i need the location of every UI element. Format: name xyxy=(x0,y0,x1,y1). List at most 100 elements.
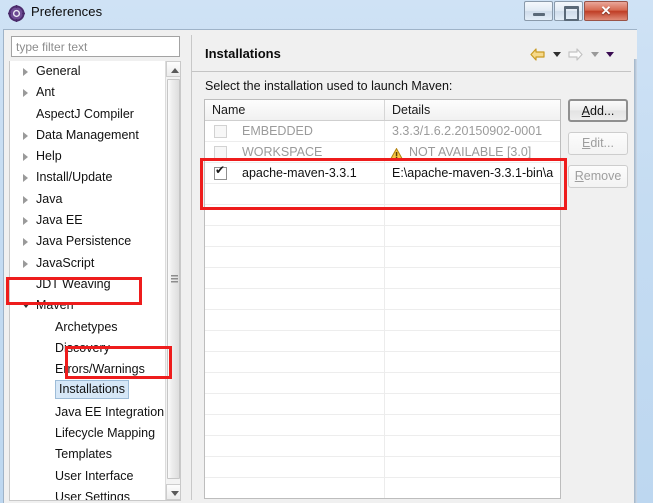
table-row[interactable]: apache-maven-3.3.1 E:\apache-maven-3.3.1-… xyxy=(205,163,560,184)
row-checkbox[interactable] xyxy=(214,125,227,138)
tree-item-jdt-weaving[interactable]: JDT Weaving xyxy=(10,274,180,295)
tree-collapsed-arrow-icon[interactable] xyxy=(22,82,32,103)
back-arrow-icon[interactable] xyxy=(528,45,547,63)
table-row-empty[interactable] xyxy=(205,310,560,331)
tree-item-aspectj-compiler[interactable]: AspectJ Compiler xyxy=(10,104,180,125)
cell-details: E:\apache-maven-3.3.1-bin\a xyxy=(385,163,560,184)
scroll-down-icon[interactable] xyxy=(166,484,180,500)
tree-item-java-persistence[interactable]: Java Persistence xyxy=(10,231,180,252)
remove-button: Remove xyxy=(568,165,628,188)
table-row[interactable]: EMBEDDED 3.3.3/1.6.2.20150902-0001 xyxy=(205,121,560,142)
back-history-chevron-down-icon[interactable] xyxy=(551,45,562,63)
tree-expanded-arrow-icon[interactable] xyxy=(22,295,32,316)
table-row-empty[interactable] xyxy=(205,226,560,247)
cell-name xyxy=(205,373,385,394)
table-row-empty[interactable] xyxy=(205,331,560,352)
scroll-up-icon[interactable] xyxy=(166,61,180,77)
table-row-empty[interactable] xyxy=(205,268,560,289)
tree-item-javascript[interactable]: JavaScript xyxy=(10,253,180,274)
tree-item-maven[interactable]: Maven xyxy=(10,295,180,316)
tree-item-user-interface[interactable]: User Interface xyxy=(10,466,180,487)
tree-item-java-ee[interactable]: Java EE xyxy=(10,210,180,231)
tree-item-ant[interactable]: Ant xyxy=(10,82,180,103)
column-header-details[interactable]: Details xyxy=(385,100,560,120)
cell-name xyxy=(205,247,385,268)
tree-items: General Ant AspectJ Compiler Data Managemen… xyxy=(10,61,180,500)
tree-item-label: Data Management xyxy=(36,127,139,142)
table-row-empty[interactable] xyxy=(205,205,560,226)
row-checkbox[interactable] xyxy=(214,146,227,159)
preferences-tree[interactable]: General Ant AspectJ Compiler Data Managemen… xyxy=(9,61,181,501)
tree-item-install-update[interactable]: Install/Update xyxy=(10,167,180,188)
table-row-empty[interactable] xyxy=(205,394,560,415)
column-header-name[interactable]: Name xyxy=(205,100,385,120)
installation-details: E:\apache-maven-3.3.1-bin\a xyxy=(392,166,554,180)
cell-name xyxy=(205,478,385,498)
cell-name: apache-maven-3.3.1 xyxy=(205,163,385,184)
cell-details xyxy=(385,331,560,352)
cell-name xyxy=(205,436,385,457)
minimize-button[interactable] xyxy=(524,1,553,21)
tree-item-label: General xyxy=(36,64,81,78)
maximize-button[interactable] xyxy=(554,1,583,21)
tree-collapsed-arrow-icon[interactable] xyxy=(22,189,32,210)
tree-item-user-settings[interactable]: User Settings xyxy=(10,487,180,500)
tree-item-discovery[interactable]: Discovery xyxy=(10,338,180,359)
tree-item-general[interactable]: General xyxy=(10,61,180,82)
tree-item-label: User Interface xyxy=(55,468,134,483)
window-titlebar: Preferences ✕ xyxy=(0,0,653,28)
cell-details xyxy=(385,184,560,205)
window-right-edge xyxy=(634,59,637,503)
table-row-empty[interactable] xyxy=(205,289,560,310)
tree-item-java-ee-integration[interactable]: Java EE Integration xyxy=(10,402,180,423)
add-button[interactable]: Add... xyxy=(568,99,628,122)
table-row-empty[interactable] xyxy=(205,373,560,394)
tree-collapsed-arrow-icon[interactable] xyxy=(22,231,32,252)
filter-input[interactable] xyxy=(11,36,180,57)
table-row-empty[interactable] xyxy=(205,457,560,478)
table-header-row: Name Details xyxy=(205,100,560,121)
tree-item-help[interactable]: Help xyxy=(10,146,180,167)
cell-details xyxy=(385,289,560,310)
tree-item-installations[interactable]: Installations xyxy=(10,380,180,401)
table-row-empty[interactable] xyxy=(205,436,560,457)
tree-item-templates[interactable]: Templates xyxy=(10,444,180,465)
tree-collapsed-arrow-icon[interactable] xyxy=(22,167,32,188)
table-row-empty[interactable] xyxy=(205,184,560,205)
row-checkbox[interactable] xyxy=(214,164,227,180)
table-row-empty[interactable] xyxy=(205,352,560,373)
tree-collapsed-arrow-icon[interactable] xyxy=(22,146,32,167)
edit-button: Edit... xyxy=(568,132,628,155)
table-row-empty[interactable] xyxy=(205,247,560,268)
tree-scrollbar[interactable] xyxy=(165,61,180,500)
cell-details: NOT AVAILABLE [3.0] xyxy=(385,142,560,163)
tree-item-lifecycle-mapping[interactable]: Lifecycle Mapping xyxy=(10,423,180,444)
tree-item-label: Templates xyxy=(55,447,112,462)
installations-table[interactable]: Name Details EMBEDDED 3.3.3/1.6.2.2015090… xyxy=(204,99,561,499)
scrollbar-thumb[interactable] xyxy=(167,79,180,479)
tree-collapsed-arrow-icon[interactable] xyxy=(22,210,32,231)
table-row-empty[interactable] xyxy=(205,415,560,436)
cell-details: 3.3.3/1.6.2.20150902-0001 xyxy=(385,121,560,142)
view-menu-chevron-down-icon[interactable] xyxy=(604,45,615,63)
table-row[interactable]: WORKSPACE NOT AVAILABLE [3.0] xyxy=(205,142,560,163)
close-button[interactable]: ✕ xyxy=(584,1,628,21)
cell-details xyxy=(385,205,560,226)
tree-collapsed-arrow-icon[interactable] xyxy=(22,125,32,146)
tree-item-label: AspectJ Compiler xyxy=(36,106,134,121)
tree-item-archetypes[interactable]: Archetypes xyxy=(10,317,180,338)
cell-name xyxy=(205,310,385,331)
warning-icon xyxy=(389,146,404,160)
close-icon: ✕ xyxy=(600,3,612,18)
cell-name xyxy=(205,289,385,310)
cell-name: WORKSPACE xyxy=(205,142,385,163)
tree-item-errors-warnings[interactable]: Errors/Warnings xyxy=(10,359,180,380)
table-row-empty[interactable] xyxy=(205,478,560,498)
tree-collapsed-arrow-icon[interactable] xyxy=(22,61,32,82)
tree-collapsed-arrow-icon[interactable] xyxy=(22,253,32,274)
tree-item-label: Discovery xyxy=(55,340,110,355)
tree-item-data-management[interactable]: Data Management xyxy=(10,125,180,146)
tree-item-label: JDT Weaving xyxy=(36,276,111,291)
cell-details xyxy=(385,352,560,373)
tree-item-java[interactable]: Java xyxy=(10,189,180,210)
